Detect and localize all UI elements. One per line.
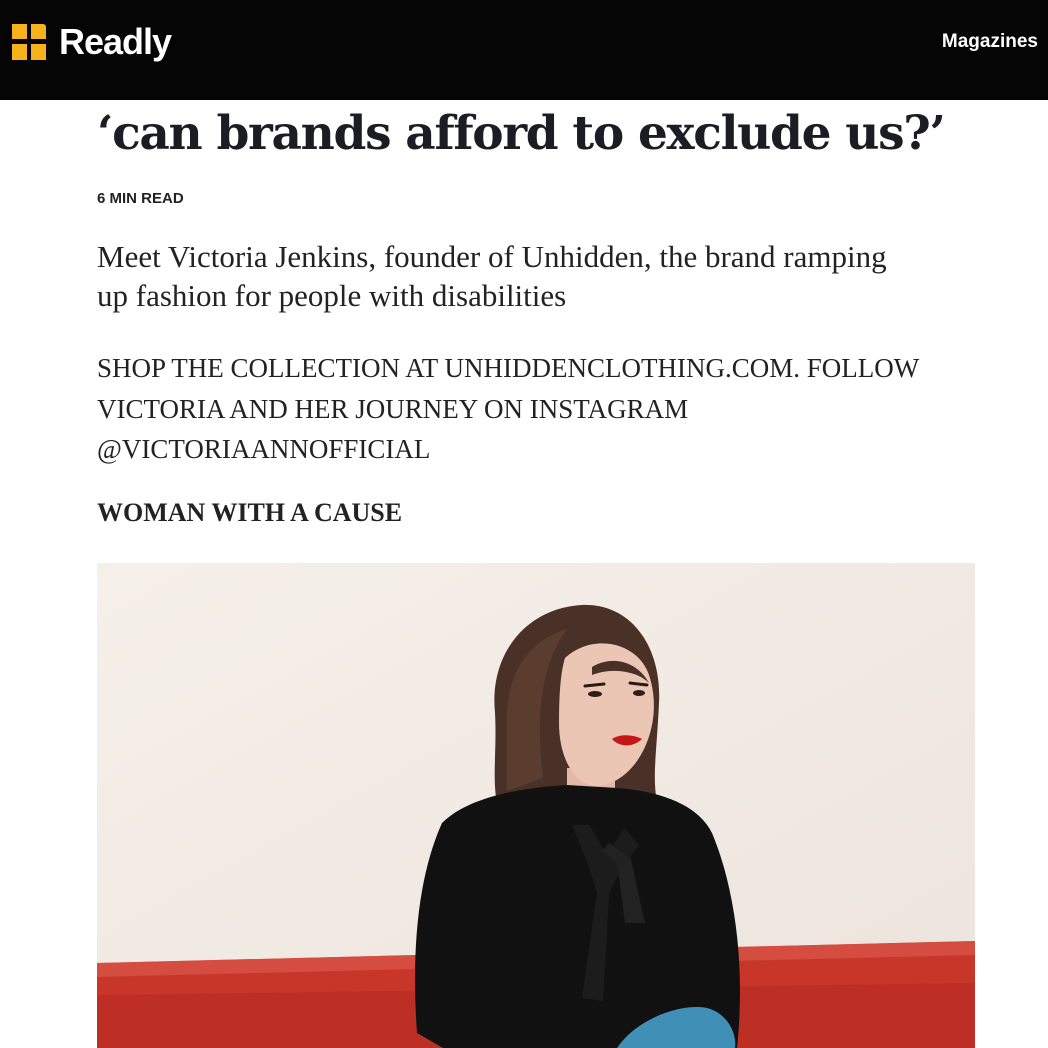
portrait-photo [97, 563, 975, 1048]
read-time-label: 6 MIN READ [97, 190, 184, 207]
top-navigation-bar: Readly Magazines [0, 0, 1048, 100]
article-standfirst: Meet Victoria Jenkins, founder of Unhidd… [97, 239, 887, 313]
article-headline: ‘can brands afford to exclude us?’ [97, 106, 946, 161]
nav-magazines-link[interactable]: Magazines [942, 31, 1038, 53]
readly-logo-icon [12, 24, 46, 60]
section-subhead: WOMAN WITH A CAUSE [97, 498, 403, 527]
article-photo [97, 563, 975, 1048]
readly-logo[interactable]: Readly [12, 21, 172, 62]
article-credit: SHOP THE COLLECTION AT UNHIDDENCLOTHING.… [97, 353, 919, 464]
brand-name: Readly [59, 21, 172, 62]
